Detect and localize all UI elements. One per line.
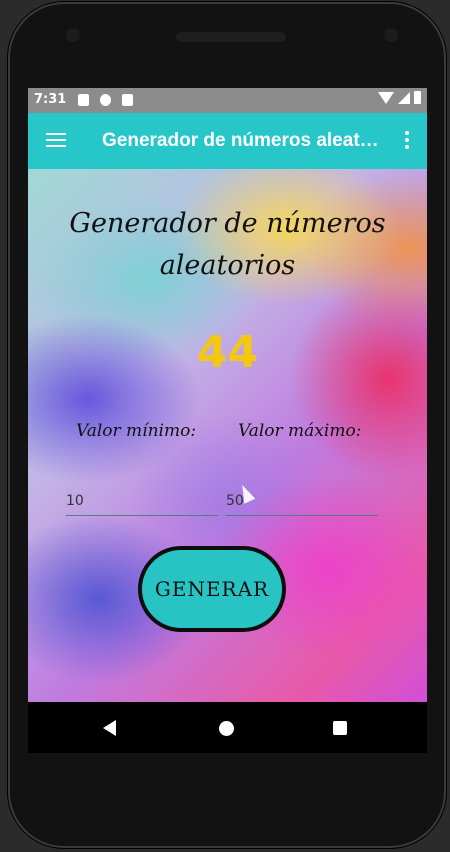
front-camera [66,28,80,42]
navigation-bar [28,702,427,753]
random-number-display: 44 [196,327,259,378]
page-heading: Generador de números aleatorios [69,208,386,281]
proximity-sensor [384,28,398,42]
app-bar: Generador de números aleatorios [28,113,427,169]
app-bar-title: Generador de números aleatorios [102,130,380,151]
circle-notification-icon [100,94,111,106]
status-time: 7:31 [34,92,67,107]
back-triangle-icon[interactable] [103,720,116,736]
min-value-label: Valor mínimo: [76,421,197,441]
status-bar: 7:31 [28,88,427,113]
sd-card-icon [122,94,133,106]
home-circle-icon[interactable] [219,721,234,736]
earpiece [176,32,286,42]
signal-icon [398,91,410,104]
min-value-input[interactable] [66,486,218,516]
hamburger-menu-icon[interactable] [46,133,66,149]
more-vert-icon[interactable] [405,131,409,152]
device-screen: 7:31 Generador de números aleatorios Gen… [28,88,427,753]
generate-button[interactable]: GENERAR [138,546,286,632]
wifi-icon [378,91,394,104]
a-icon [78,94,89,106]
status-right-icons [378,91,421,104]
recents-square-icon[interactable] [333,721,347,735]
max-value-label: Valor máximo: [238,421,362,441]
battery-icon [414,91,421,104]
